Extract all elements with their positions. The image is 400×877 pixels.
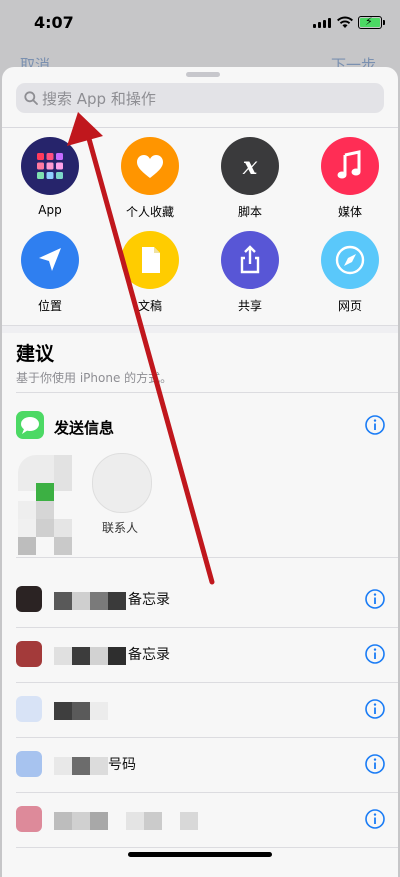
battery-icon: ⚡ bbox=[358, 15, 385, 29]
info-icon[interactable] bbox=[364, 808, 386, 830]
pixelated-block bbox=[180, 812, 198, 830]
document-icon bbox=[121, 231, 179, 289]
category-label: 文稿 bbox=[137, 299, 162, 313]
suggestion-row[interactable]: 号码 bbox=[2, 737, 398, 792]
pixelated-block bbox=[54, 757, 72, 775]
category-label: 共享 bbox=[237, 299, 262, 313]
suggestions-subtitle: 基于你使用 iPhone 的方式。 bbox=[16, 371, 173, 385]
search-bar[interactable] bbox=[16, 83, 384, 115]
info-icon[interactable] bbox=[364, 753, 386, 775]
divider bbox=[16, 392, 398, 393]
divider bbox=[16, 557, 398, 558]
app-thumbnail bbox=[16, 806, 42, 832]
app-thumbnail bbox=[16, 586, 42, 612]
pixelated-block bbox=[90, 757, 108, 775]
status-bar: 4:07 ⚡ bbox=[0, 0, 400, 46]
cellular-signal-icon bbox=[313, 18, 331, 28]
wifi-icon bbox=[337, 16, 353, 28]
suggestion-row[interactable] bbox=[2, 792, 398, 847]
script-x-icon: x bbox=[221, 137, 279, 195]
pixelated-block bbox=[90, 812, 108, 830]
suggestions-title: 建议 bbox=[16, 343, 55, 365]
svg-text:x: x bbox=[242, 151, 258, 180]
info-icon[interactable] bbox=[364, 414, 386, 436]
suggestion-row[interactable]: 备忘录 bbox=[2, 572, 398, 627]
contacts-label: 联系人 bbox=[102, 521, 139, 535]
suggestion-row[interactable]: 备忘录 bbox=[2, 627, 398, 682]
category-media[interactable]: 媒体 bbox=[310, 137, 390, 220]
home-indicator bbox=[128, 852, 272, 857]
category-sharing[interactable]: 共享 bbox=[210, 231, 290, 314]
row-label: 备忘录 bbox=[128, 647, 170, 663]
row-label: 备忘录 bbox=[128, 592, 170, 608]
pixelated-block bbox=[54, 455, 72, 491]
info-icon[interactable] bbox=[364, 643, 386, 665]
app-thumbnail bbox=[16, 696, 42, 722]
pixelated-block bbox=[36, 483, 54, 501]
pixelated-block bbox=[72, 592, 90, 610]
pixelated-block bbox=[72, 647, 90, 665]
pixelated-block bbox=[18, 501, 36, 519]
pixelated-block bbox=[72, 757, 90, 775]
category-label: 脚本 bbox=[237, 205, 262, 219]
app-grid-icon bbox=[21, 137, 79, 195]
status-time: 4:07 bbox=[34, 13, 74, 32]
category-label: 位置 bbox=[37, 299, 62, 313]
pixelated-block bbox=[54, 647, 72, 665]
category-label: 个人收藏 bbox=[125, 205, 174, 219]
suggestion-label: 发送信息 bbox=[54, 419, 115, 437]
pixelated-block bbox=[90, 647, 108, 665]
row-label: 号码 bbox=[108, 757, 136, 773]
divider bbox=[2, 127, 398, 128]
pixelated-block bbox=[108, 647, 126, 665]
pixelated-block bbox=[90, 702, 108, 720]
pixelated-block bbox=[72, 812, 90, 830]
info-icon[interactable] bbox=[364, 588, 386, 610]
pixelated-block bbox=[72, 702, 90, 720]
music-note-icon bbox=[321, 137, 379, 195]
app-thumbnail bbox=[16, 641, 42, 667]
pixelated-block bbox=[36, 501, 54, 519]
category-scripting[interactable]: x 脚本 bbox=[210, 137, 290, 220]
category-label: App bbox=[38, 203, 62, 217]
category-location[interactable]: 位置 bbox=[10, 231, 90, 314]
action-sheet: App 个人收藏 x 脚本 媒体 bbox=[2, 67, 398, 877]
pixelated-block bbox=[144, 812, 162, 830]
heart-icon bbox=[121, 137, 179, 195]
pixelated-block bbox=[54, 702, 72, 720]
divider bbox=[16, 847, 398, 848]
messages-icon bbox=[16, 411, 44, 439]
pixelated-block bbox=[54, 519, 72, 537]
pixelated-block bbox=[108, 592, 126, 610]
pixelated-block bbox=[90, 592, 108, 610]
location-arrow-icon bbox=[21, 231, 79, 289]
category-app[interactable]: App bbox=[10, 137, 90, 217]
pixelated-block bbox=[54, 537, 72, 555]
category-documents[interactable]: 文稿 bbox=[110, 231, 190, 314]
pixelated-block bbox=[126, 812, 144, 830]
category-label: 媒体 bbox=[337, 205, 362, 219]
app-thumbnail bbox=[16, 751, 42, 777]
contacts-avatar[interactable] bbox=[92, 453, 152, 513]
section-separator bbox=[2, 325, 398, 333]
pixelated-block bbox=[36, 519, 54, 537]
pixelated-block bbox=[54, 592, 72, 610]
sheet-grabber[interactable] bbox=[186, 72, 220, 77]
divider bbox=[2, 325, 398, 326]
suggestion-row[interactable] bbox=[2, 682, 398, 737]
suggestion-send-message[interactable]: 发送信息 bbox=[2, 407, 398, 451]
info-icon[interactable] bbox=[364, 698, 386, 720]
share-icon bbox=[221, 231, 279, 289]
compass-icon bbox=[321, 231, 379, 289]
search-input[interactable] bbox=[40, 83, 374, 115]
category-favorites[interactable]: 个人收藏 bbox=[110, 137, 190, 220]
pixelated-block bbox=[54, 812, 72, 830]
pixelated-block bbox=[18, 537, 36, 555]
pixelated-block bbox=[18, 519, 36, 537]
category-label: 网页 bbox=[337, 299, 362, 313]
category-web[interactable]: 网页 bbox=[310, 231, 390, 314]
search-icon bbox=[24, 91, 38, 105]
